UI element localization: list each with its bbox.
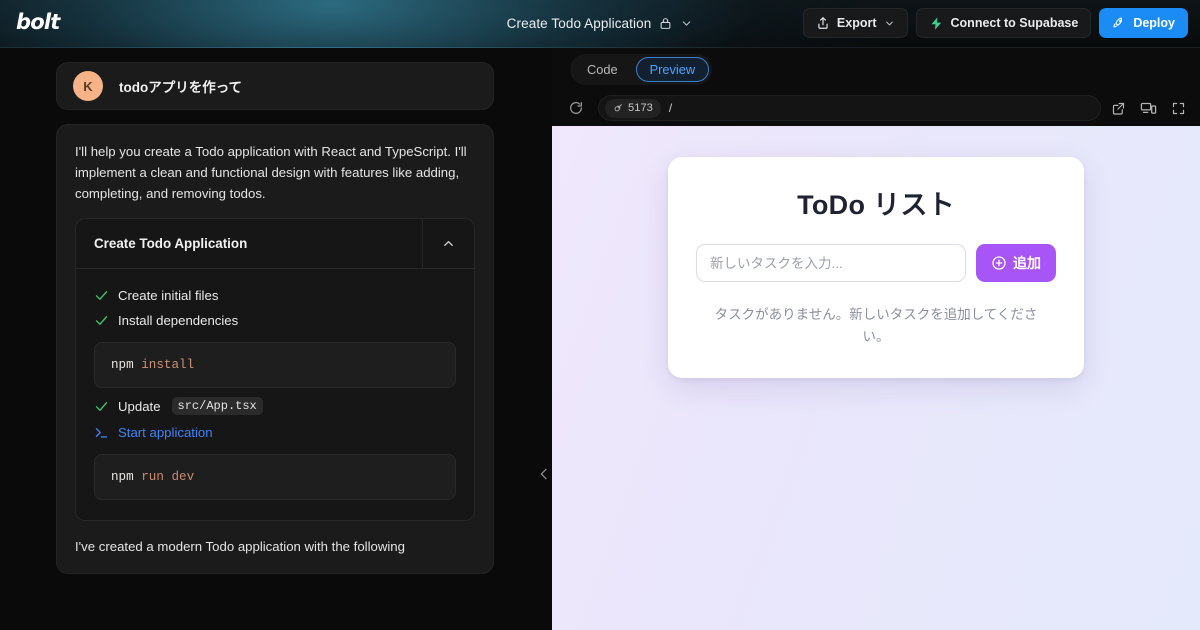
preview-urlbar: 5173 / bbox=[552, 90, 1200, 126]
code-block-install: npm install bbox=[94, 342, 456, 388]
todo-add-row: 追加 bbox=[696, 244, 1056, 282]
url-input[interactable]: 5173 / bbox=[598, 95, 1101, 121]
deploy-label: Deploy bbox=[1133, 16, 1175, 30]
todo-app-card: ToDo リスト 追加 タスクがありません。新しいタスクを追加してください。 bbox=[668, 157, 1084, 378]
page-title: Create Todo Application bbox=[506, 16, 652, 31]
assistant-outro-text: I've created a modern Todo application w… bbox=[75, 539, 405, 554]
assistant-intro-text: I'll help you create a Todo application … bbox=[75, 144, 467, 201]
reload-button[interactable] bbox=[564, 96, 588, 120]
chevron-left-icon bbox=[536, 466, 552, 482]
check-icon bbox=[94, 313, 109, 328]
code-command: npm bbox=[111, 470, 134, 484]
chat-panel: K todoアプリを作って I'll help you create a Tod… bbox=[0, 48, 552, 630]
rocket-icon bbox=[1112, 16, 1126, 30]
supabase-bolt-icon bbox=[929, 16, 944, 31]
share-export-icon bbox=[816, 16, 830, 30]
file-path-chip[interactable]: src/App.tsx bbox=[171, 397, 263, 415]
lock-icon[interactable] bbox=[659, 17, 672, 30]
external-link-icon[interactable] bbox=[1111, 101, 1126, 116]
avatar: K bbox=[73, 71, 103, 101]
action-label: Start application bbox=[118, 425, 213, 440]
artifact-collapse-toggle[interactable] bbox=[422, 219, 474, 268]
fullscreen-icon[interactable] bbox=[1171, 101, 1186, 116]
artifact-card: Create Todo Application Create initial f… bbox=[75, 218, 475, 521]
deploy-button[interactable]: Deploy bbox=[1099, 8, 1188, 38]
chevron-down-icon[interactable] bbox=[680, 17, 693, 30]
connect-supabase-button[interactable]: Connect to Supabase bbox=[915, 8, 1092, 38]
user-message: K todoアプリを作って bbox=[56, 62, 494, 110]
plug-icon bbox=[613, 103, 623, 113]
action-update-app-tsx: Update src/App.tsx bbox=[94, 392, 456, 420]
new-task-input[interactable] bbox=[696, 244, 966, 282]
tab-code[interactable]: Code bbox=[573, 57, 632, 82]
preview-tools bbox=[1111, 100, 1186, 117]
collapse-chat-handle[interactable] bbox=[534, 452, 554, 496]
port-badge[interactable]: 5173 bbox=[605, 98, 661, 118]
preview-panel: Code Preview 5173 / ToDo リスト 新しいタスクを入力..… bbox=[552, 48, 1200, 630]
connect-supabase-label: Connect to Supabase bbox=[950, 16, 1079, 30]
export-button[interactable]: Export bbox=[802, 8, 908, 38]
action-label: Install dependencies bbox=[118, 313, 239, 328]
app-body: K todoアプリを作って I'll help you create a Tod… bbox=[0, 48, 1200, 630]
chevron-up-icon bbox=[441, 236, 456, 251]
action-start-application[interactable]: Start application bbox=[94, 420, 456, 445]
action-label: Create initial files bbox=[118, 288, 219, 303]
preview-iframe: ToDo リスト 追加 タスクがありません。新しいタスクを追加してください。 bbox=[552, 126, 1200, 630]
add-task-label: 追加 bbox=[1013, 255, 1041, 271]
code-args: run dev bbox=[141, 470, 195, 484]
bolt-logo[interactable]: bolt bbox=[16, 10, 60, 34]
chevron-down-icon bbox=[884, 18, 895, 29]
action-label: Update bbox=[118, 398, 161, 414]
terminal-icon bbox=[94, 425, 109, 440]
tab-group: Code Preview bbox=[570, 53, 713, 85]
user-message-text: todoアプリを作って bbox=[119, 80, 243, 95]
action-create-initial-files: Create initial files bbox=[94, 283, 456, 308]
todo-empty-state: タスクがありません。新しいタスクを追加してください。 bbox=[714, 307, 1038, 344]
todo-app-title: ToDo リスト bbox=[797, 190, 955, 220]
add-task-button[interactable]: 追加 bbox=[976, 244, 1056, 282]
plus-circle-icon bbox=[991, 255, 1007, 271]
url-path: / bbox=[668, 101, 673, 115]
tab-preview[interactable]: Preview bbox=[635, 56, 710, 82]
code-command: npm bbox=[111, 358, 134, 372]
workbench-tabs: Code Preview bbox=[552, 48, 1200, 90]
action-install-dependencies: Install dependencies bbox=[94, 308, 456, 333]
assistant-message: I'll help you create a Todo application … bbox=[56, 124, 494, 574]
device-preview-icon[interactable] bbox=[1140, 100, 1157, 117]
artifact-header[interactable]: Create Todo Application bbox=[76, 219, 474, 269]
header-actions: Export Connect to Supabase Deploy bbox=[802, 8, 1188, 38]
export-label: Export bbox=[836, 16, 877, 30]
reload-icon bbox=[568, 100, 584, 116]
port-number: 5173 bbox=[628, 102, 653, 114]
check-icon bbox=[94, 288, 109, 303]
artifact-title: Create Todo Application bbox=[94, 236, 248, 251]
app-header: bolt Create Todo Application Export Conn… bbox=[0, 0, 1200, 48]
code-args: install bbox=[141, 358, 195, 372]
artifact-actions: Create initial files Install dependencie… bbox=[76, 269, 474, 520]
code-block-run: npm run dev bbox=[94, 454, 456, 500]
check-icon bbox=[94, 399, 109, 414]
